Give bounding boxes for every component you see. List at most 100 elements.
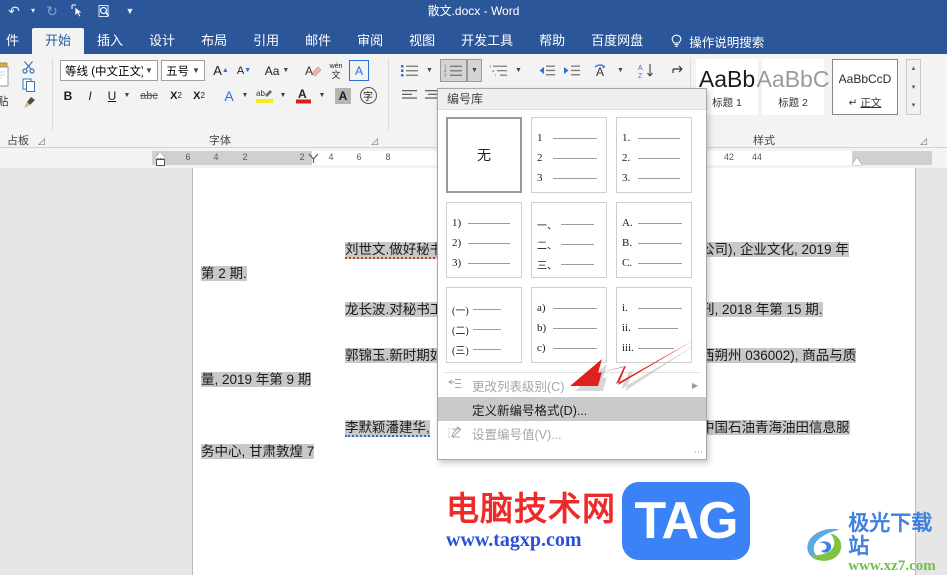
document-line[interactable]: 中国石油青海油田信息服 bbox=[701, 418, 850, 438]
resize-grip-icon[interactable]: ⋯ bbox=[694, 447, 703, 458]
highlight-color-button[interactable]: ab bbox=[253, 85, 277, 106]
document-line[interactable]: 西朔州 036002), 商品与质 bbox=[701, 346, 857, 366]
increase-indent-button[interactable] bbox=[559, 60, 583, 81]
styles-dialog-launcher[interactable]: ◿ bbox=[920, 136, 931, 147]
highlight-dropdown-icon[interactable]: ▼ bbox=[277, 85, 289, 106]
styles-more-icon[interactable]: ▾ bbox=[912, 97, 916, 114]
customize-qat-icon[interactable]: ▼ bbox=[118, 1, 142, 21]
sort-button[interactable]: A Z bbox=[634, 60, 660, 81]
paste-button[interactable]: 贴 bbox=[0, 60, 20, 109]
font-color-button[interactable]: A bbox=[292, 85, 316, 106]
multilevel-list-button[interactable]: 1 a i bbox=[486, 60, 512, 81]
numbering-library-dropdown[interactable]: 编号库 无 1 2 3 1. 2. 3. 1) 2) 3) 一、 二、 三、 A… bbox=[437, 88, 707, 460]
document-line[interactable]: 公司), 企业文化, 2019 年 bbox=[701, 240, 849, 260]
numbering-option-chinese[interactable]: 一、 二、 三、 bbox=[531, 202, 607, 278]
document-line[interactable]: 量, 2019 年第 9 期 bbox=[201, 370, 312, 390]
hanging-indent-marker[interactable] bbox=[156, 159, 165, 166]
tab-layout[interactable]: 布局 bbox=[188, 28, 240, 54]
text-effects-dropdown-icon[interactable]: ▼ bbox=[239, 85, 251, 106]
menu-change-list-level[interactable]: 更改列表级别(C) ▶ bbox=[438, 373, 706, 397]
font-dialog-launcher[interactable]: ◿ bbox=[371, 136, 382, 147]
numbering-option-arabic-paren[interactable]: 1) 2) 3) bbox=[446, 202, 522, 278]
copy-icon[interactable] bbox=[22, 78, 36, 95]
tab-help[interactable]: 帮助 bbox=[526, 28, 578, 54]
style-heading2[interactable]: AaBbC 标题 2 bbox=[757, 59, 829, 115]
document-line[interactable]: 刊, 2018 年第 15 期. bbox=[701, 300, 823, 320]
grow-font-button[interactable]: A ▲ bbox=[210, 60, 232, 81]
bullets-dropdown-icon[interactable]: ▼ bbox=[423, 60, 436, 81]
font-family-combo[interactable]: 等线 (中文正文) ▼ bbox=[60, 60, 158, 81]
styles-gallery-scrollbar[interactable]: ▴ ▾ ▾ bbox=[906, 59, 921, 115]
italic-button[interactable]: I bbox=[80, 85, 100, 106]
menu-set-numbering-value[interactable]: 1 2 3 设置编号值(V)... bbox=[438, 421, 706, 445]
superscript-button[interactable]: X2 bbox=[188, 85, 210, 106]
enclose-characters-button[interactable]: 字 bbox=[356, 85, 380, 106]
tab-mailings[interactable]: 邮件 bbox=[292, 28, 344, 54]
numbering-option-chinese-paren[interactable]: (一) (二) (三) bbox=[446, 287, 522, 363]
right-indent-marker[interactable] bbox=[852, 158, 862, 165]
font-size-combo[interactable]: 五号 ▼ bbox=[161, 60, 205, 81]
numbering-option-upper-alpha[interactable]: A. B. C. bbox=[616, 202, 692, 278]
font-color-dropdown-icon[interactable]: ▼ bbox=[316, 85, 328, 106]
clipboard-dialog-launcher[interactable]: ◿ bbox=[38, 136, 49, 147]
chinese-layout-button[interactable]: A bbox=[590, 60, 614, 81]
document-line[interactable]: 务中心, 甘肃敦煌 7 bbox=[201, 442, 315, 462]
numbering-option-none[interactable]: 无 bbox=[446, 117, 522, 193]
underline-button[interactable]: U bbox=[102, 85, 122, 106]
underline-dropdown-icon[interactable]: ▼ bbox=[121, 85, 133, 106]
tab-home[interactable]: 开始 bbox=[32, 28, 85, 54]
subscript-button[interactable]: X2 bbox=[165, 85, 187, 106]
document-line[interactable]: 刘世文.做好秘书 bbox=[345, 240, 444, 260]
change-case-button[interactable]: Aa ▼ bbox=[260, 60, 294, 81]
print-preview-icon[interactable] bbox=[92, 1, 116, 21]
document-line[interactable]: 第 2 期. bbox=[201, 264, 247, 284]
decrease-indent-button[interactable] bbox=[534, 60, 558, 81]
character-border-button[interactable]: A bbox=[349, 60, 369, 81]
numbering-option-arabic-plain[interactable]: 1 2 3 bbox=[531, 117, 607, 193]
character-shading-button[interactable]: A bbox=[331, 85, 355, 106]
bold-button[interactable]: B bbox=[58, 85, 78, 106]
tell-me-search[interactable]: 操作说明搜索 bbox=[670, 28, 764, 54]
redo-button[interactable]: ↻ bbox=[40, 1, 64, 21]
select-object-icon[interactable] bbox=[66, 1, 90, 21]
tab-developer[interactable]: 开发工具 bbox=[448, 28, 526, 54]
numbering-option-lower-alpha-paren[interactable]: a) b) c) bbox=[531, 287, 607, 363]
tab-baidu-netdisk[interactable]: 百度网盘 bbox=[578, 28, 656, 54]
numbering-button[interactable]: 1 2 3 bbox=[440, 59, 467, 82]
numbering-option-arabic-dot[interactable]: 1. 2. 3. bbox=[616, 117, 692, 193]
text-effects-button[interactable]: A bbox=[218, 85, 240, 106]
tab-view[interactable]: 视图 bbox=[396, 28, 448, 54]
styles-scroll-down-icon[interactable]: ▾ bbox=[912, 79, 916, 96]
align-left-button[interactable] bbox=[398, 85, 420, 106]
menu-define-new-number-format[interactable]: 定义新编号格式(D)... bbox=[438, 397, 706, 421]
tab-review[interactable]: 审阅 bbox=[344, 28, 396, 54]
format-painter-icon[interactable] bbox=[22, 96, 37, 113]
cut-icon[interactable] bbox=[22, 60, 36, 77]
chinese-layout-dropdown-icon[interactable]: ▼ bbox=[614, 60, 627, 81]
numbering-dropdown-icon[interactable]: ▼ bbox=[467, 59, 482, 82]
clear-formatting-button[interactable]: A bbox=[302, 60, 324, 81]
undo-dropdown-icon[interactable]: ▾ bbox=[28, 1, 38, 21]
tab-file[interactable]: 件 bbox=[0, 28, 32, 54]
undo-button[interactable]: ↶ bbox=[2, 1, 26, 21]
tab-insert[interactable]: 插入 bbox=[84, 28, 136, 54]
style-normal[interactable]: AaBbCcD ↵ 正文 bbox=[832, 59, 898, 115]
show-paragraph-marks-button[interactable] bbox=[667, 60, 689, 81]
strikethrough-button[interactable]: abc bbox=[136, 85, 162, 106]
tab-design[interactable]: 设计 bbox=[136, 28, 188, 54]
document-line[interactable]: 李默颖潘建华, bbox=[345, 418, 430, 438]
phonetic-guide-button[interactable]: wén 文 bbox=[325, 60, 347, 81]
numbering-option-roman[interactable]: i. ii. iii. bbox=[616, 287, 692, 363]
watermark-tagxp: 电脑技术网 www.tagxp.com TAG bbox=[446, 482, 750, 560]
numbering-marker: 3. bbox=[622, 172, 631, 184]
tab-references[interactable]: 引用 bbox=[240, 28, 292, 54]
bullets-button[interactable] bbox=[397, 60, 423, 81]
styles-scroll-up-icon[interactable]: ▴ bbox=[912, 60, 916, 77]
multilevel-dropdown-icon[interactable]: ▼ bbox=[512, 60, 525, 81]
document-line[interactable]: 龙长波.对秘书工 bbox=[345, 300, 444, 320]
tab-stop-marker[interactable] bbox=[308, 151, 319, 163]
first-line-indent-marker[interactable] bbox=[155, 152, 165, 158]
numbering-rule bbox=[638, 307, 682, 309]
shrink-font-button[interactable]: A ▼ bbox=[233, 60, 255, 81]
document-line[interactable]: 郭锦玉.新时期如 bbox=[345, 346, 444, 366]
